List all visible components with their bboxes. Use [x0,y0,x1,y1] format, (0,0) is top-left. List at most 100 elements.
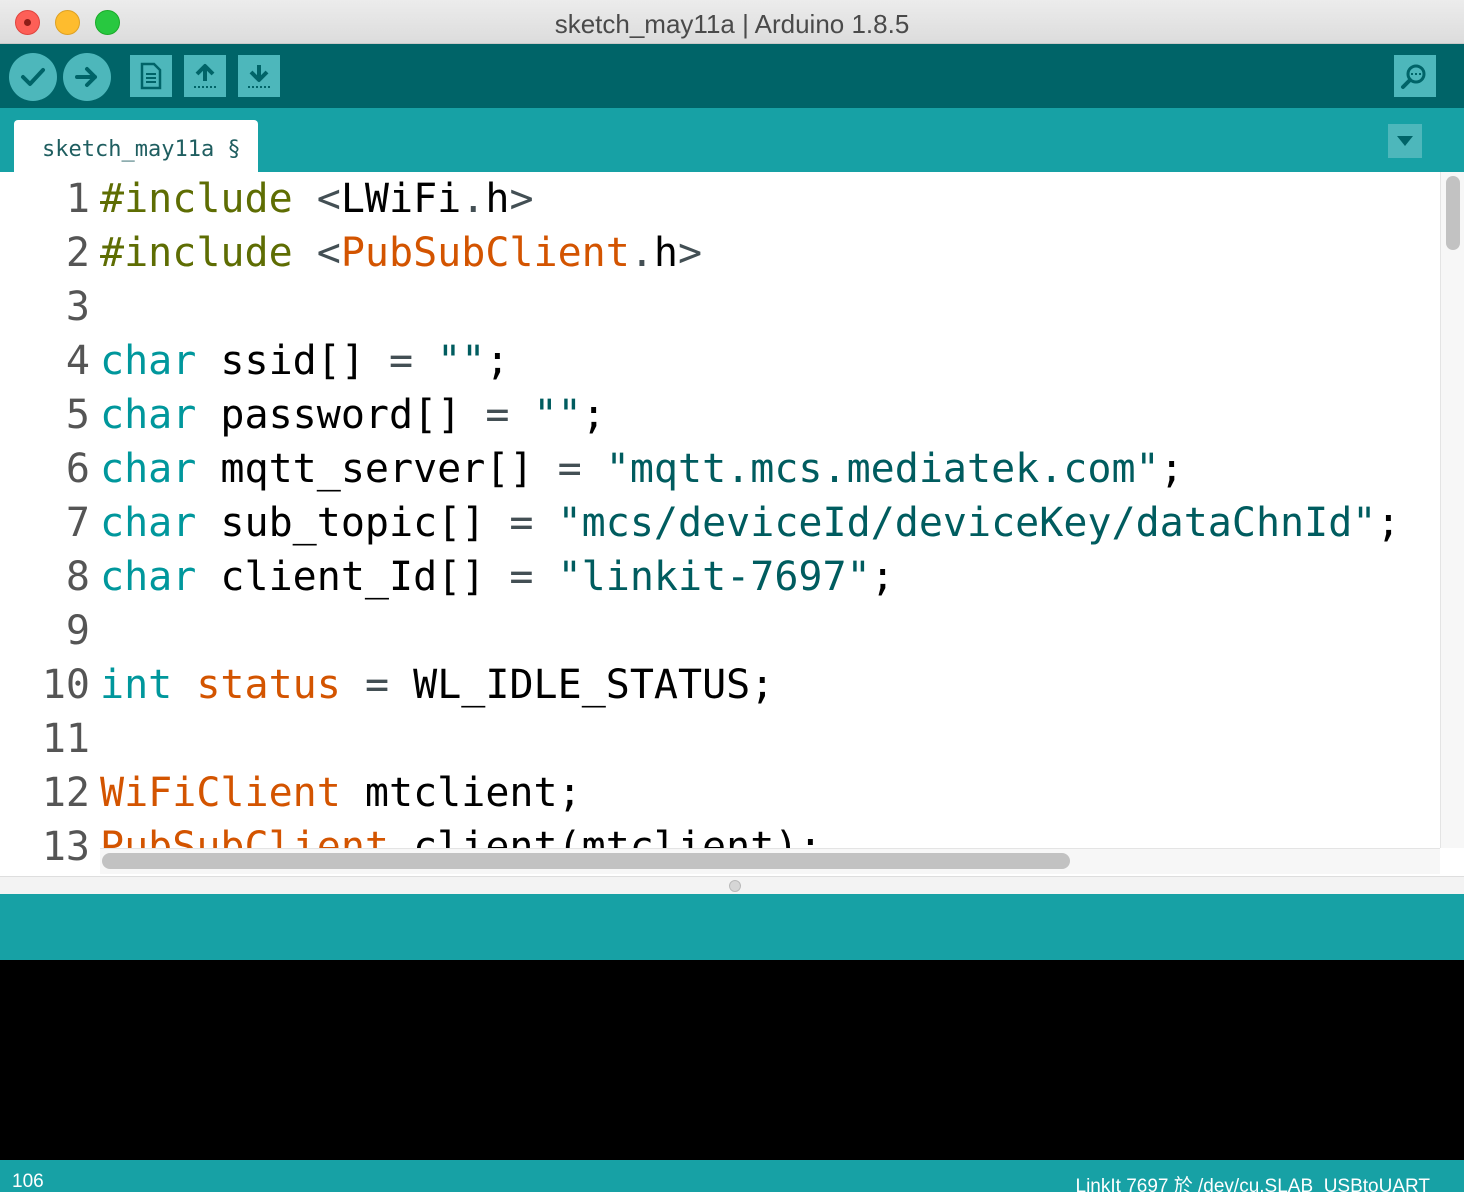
code-token: ; [581,392,606,438]
code-token: char [100,392,197,438]
code-token: < [316,176,341,222]
code-line: char password[] = ""; [100,388,606,442]
code-token: "" [533,392,582,438]
line-number: 9 [65,608,90,654]
line-number: 4 [65,338,90,384]
code-token: ; [485,338,510,384]
code-token: = [557,446,582,492]
code-token: LWiFi [340,176,462,222]
code-area[interactable]: #include <LWiFi.h> #include <PubSubClient… [100,172,1440,848]
code-token: "linkit-7697" [557,554,871,600]
code-token: . [629,230,654,276]
code-line: PubSubClient client(mtclient); [100,820,822,848]
code-token: sub_topic[] [196,500,510,546]
code-token: "" [437,338,486,384]
tab-sketch[interactable]: sketch_may11a § [14,120,258,172]
code-token: ssid[] [196,338,389,384]
line-number: 1 [65,176,90,222]
message-bar [0,894,1464,960]
code-line: #include <LWiFi.h> [100,172,534,226]
code-token: > [509,176,534,222]
code-token: PubSubClient [100,824,389,848]
code-line: char client_Id[] = "linkit-7697"; [100,550,895,604]
code-token: char [100,446,197,492]
arrow-down-icon [248,65,270,88]
upload-button[interactable] [63,53,111,101]
arrow-right-icon [75,67,97,87]
status-line-number: 106 [12,1171,44,1192]
code-line: int status = WL_IDLE_STATUS; [100,658,774,712]
code-line: char sub_topic[] = "mcs/deviceId/deviceK… [100,496,1400,550]
line-number-gutter: 1 2 3 4 5 6 7 8 9 10 11 12 13 [0,172,98,870]
pane-divider[interactable] [0,876,1464,894]
title-bar: sketch_may11a | Arduino 1.8.5 [0,0,1464,44]
line-number: 13 [41,824,90,870]
line-number: 7 [65,500,90,546]
code-token: ; [1376,500,1401,546]
magnifier-icon [1401,64,1426,89]
code-token: h [485,176,510,222]
line-number: 2 [65,230,90,276]
code-line: WiFiClient mtclient; [100,766,582,820]
code-token: int [100,662,173,708]
line-number: 8 [65,554,90,600]
vertical-scrollbar[interactable] [1440,172,1464,848]
toolbar [0,44,1464,108]
code-token: mtclient; [340,770,582,816]
code-token: password[] [196,392,486,438]
code-token: = [509,554,534,600]
check-icon [21,68,45,86]
triangle-down-icon [1397,136,1413,146]
code-line: char mqtt_server[] = "mqtt.mcs.mediatek.… [100,442,1184,496]
new-sketch-button[interactable] [130,55,172,97]
code-token: status [196,662,341,708]
line-number: 11 [41,716,90,762]
code-token: #include [100,230,293,276]
vertical-scroll-thumb[interactable] [1446,176,1460,250]
code-token: > [678,230,703,276]
code-token: #include [100,176,293,222]
save-sketch-button[interactable] [238,55,280,97]
code-token: WiFiClient [100,770,341,816]
line-number: 3 [65,284,90,330]
divider-handle[interactable] [729,880,741,892]
code-token: PubSubClient [340,230,630,276]
code-token: ; [870,554,895,600]
code-editor[interactable]: 1 2 3 4 5 6 7 8 9 10 11 12 13 #include <LWiFi.h> #inc… [0,172,1464,876]
serial-monitor-button[interactable] [1394,55,1436,97]
code-token: client_Id[] [196,554,510,600]
verify-button[interactable] [9,53,57,101]
new-file-icon [140,62,162,90]
code-token: < [316,230,341,276]
status-bar: 106 LinkIt 7697 於 /dev/cu.SLAB_USBtoUART [0,1160,1464,1192]
code-token: char [100,500,197,546]
line-number: 6 [65,446,90,492]
console-output[interactable] [0,960,1464,1160]
tab-menu-button[interactable] [1388,124,1422,158]
code-token: char [100,554,197,600]
code-token: char [100,338,197,384]
code-token: client(mtclient); [388,824,823,848]
horizontal-scroll-thumb[interactable] [102,853,1070,869]
window-title: sketch_may11a | Arduino 1.8.5 [554,9,910,39]
code-token: = [388,338,414,384]
code-token: = [364,662,390,708]
code-token: h [653,230,679,276]
open-sketch-button[interactable] [184,55,226,97]
status-board-port: LinkIt 7697 於 /dev/cu.SLAB_USBtoUART [1075,1176,1431,1192]
code-token: ; [1159,446,1184,492]
code-token: WL_IDLE_STATUS; [389,662,775,708]
line-number: 10 [41,662,90,708]
code-token: "mcs/deviceId/deviceKey/dataChnId" [557,500,1377,546]
code-token: mqtt_server[] [196,446,558,492]
code-line: char ssid[] = ""; [100,334,509,388]
